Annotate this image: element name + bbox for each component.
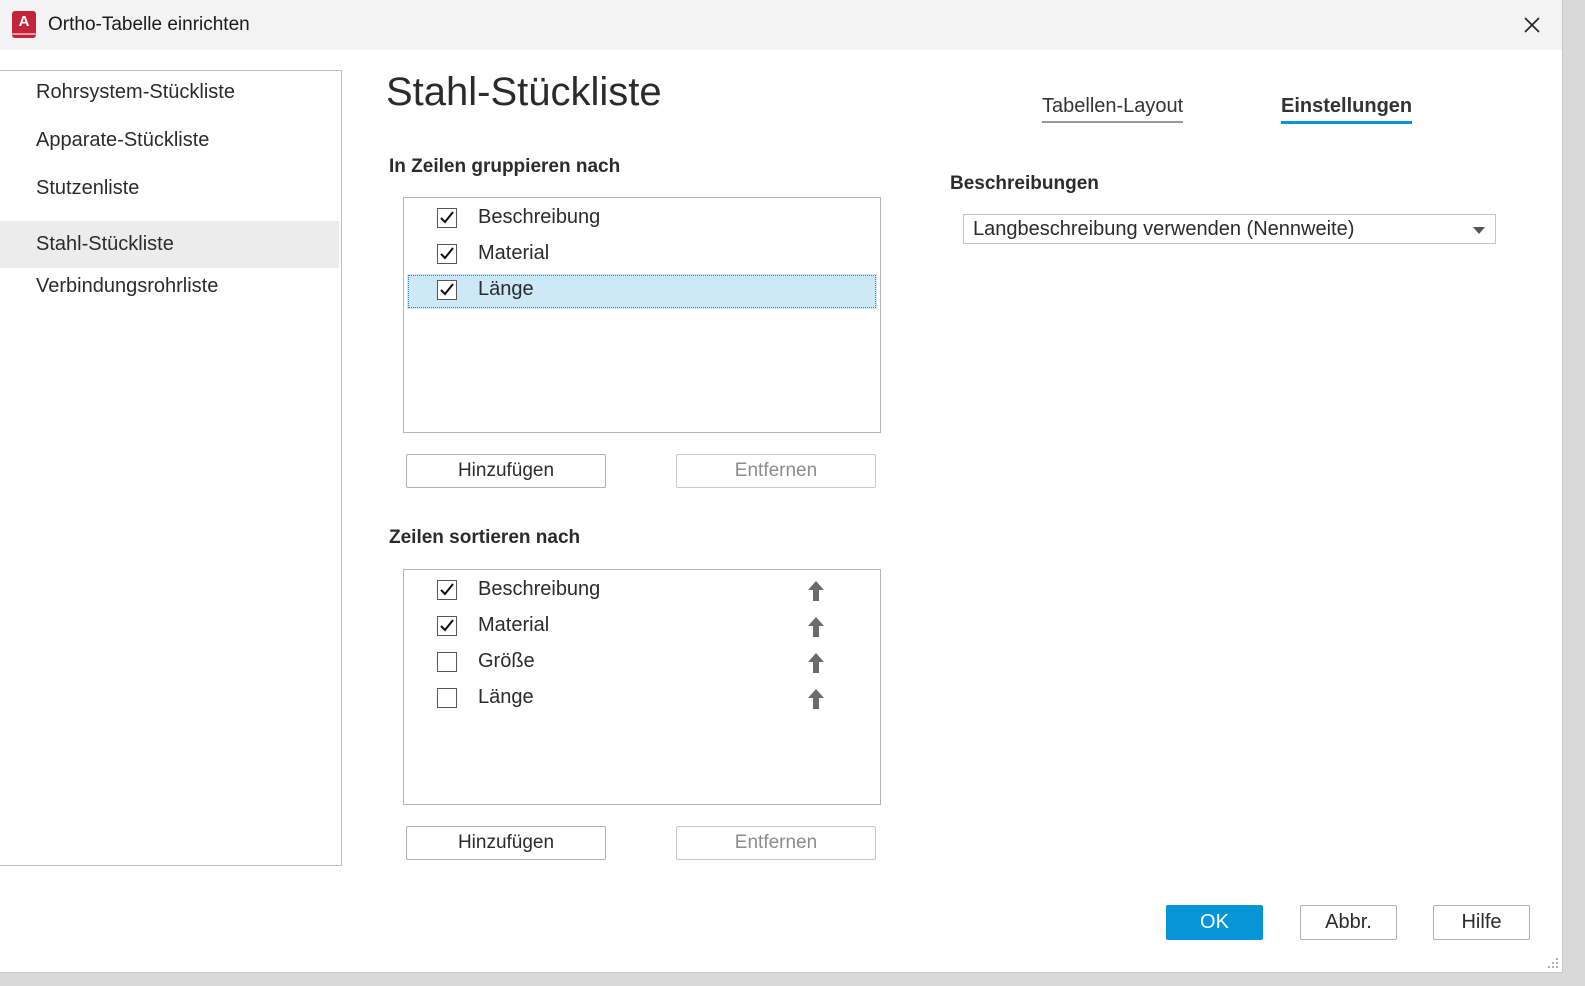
dialog-window: A Ortho-Tabelle einrichten Rohrsystem-St…: [0, 0, 1563, 973]
tab-einstellungen[interactable]: Einstellungen: [1281, 95, 1413, 124]
ok-button[interactable]: OK: [1166, 905, 1263, 940]
sort-row-groesse[interactable]: Größe: [407, 646, 877, 681]
sidebar-item-apparate-stueckliste[interactable]: Apparate-Stückliste: [0, 117, 339, 164]
checkmark-icon: [440, 283, 454, 296]
sidebar-item-verbindungsrohrliste[interactable]: Verbindungsrohrliste: [0, 263, 339, 310]
sort-label-material: Material: [478, 614, 550, 636]
autocad-icon: A: [12, 11, 36, 38]
sort-ascending-arrow-icon[interactable]: [807, 688, 825, 710]
sort-add-button[interactable]: Hinzufügen: [406, 826, 606, 860]
cancel-button[interactable]: Abbr.: [1300, 905, 1397, 940]
descriptions-dropdown[interactable]: Langbeschreibung verwenden (Nennweite): [963, 214, 1496, 244]
sort-row-material[interactable]: Material: [407, 610, 877, 645]
sort-checkbox-material[interactable]: [437, 616, 457, 636]
group-checkbox-material[interactable]: [437, 244, 457, 264]
group-remove-button[interactable]: Entfernen: [676, 454, 876, 488]
page-title: Stahl-Stückliste: [386, 70, 662, 114]
sort-label-groesse: Größe: [478, 650, 535, 672]
checkmark-icon: [440, 583, 454, 596]
chevron-down-icon: [1473, 227, 1485, 234]
help-button[interactable]: Hilfe: [1433, 905, 1530, 940]
sidebar-item-stutzenliste[interactable]: Stutzenliste: [0, 165, 339, 212]
sort-checkbox-laenge[interactable]: [437, 688, 457, 708]
sort-section-label: Zeilen sortieren nach: [389, 527, 581, 548]
sort-row-beschreibung[interactable]: Beschreibung: [407, 574, 877, 609]
group-checkbox-beschreibung[interactable]: [437, 208, 457, 228]
tab-tabellen-layout[interactable]: Tabellen-Layout: [1042, 95, 1184, 123]
group-add-button[interactable]: Hinzufügen: [406, 454, 606, 488]
sort-label-beschreibung: Beschreibung: [478, 578, 601, 600]
group-checkbox-laenge[interactable]: [437, 280, 457, 300]
group-label-beschreibung: Beschreibung: [478, 206, 601, 228]
group-row-laenge[interactable]: Länge: [407, 274, 877, 309]
table-type-list: Rohrsystem-Stückliste Apparate-Stücklist…: [0, 70, 342, 866]
group-label-material: Material: [478, 242, 550, 264]
group-row-beschreibung[interactable]: Beschreibung: [407, 202, 877, 237]
group-row-material[interactable]: Material: [407, 238, 877, 273]
title-bar: A Ortho-Tabelle einrichten: [0, 0, 1562, 50]
sort-listbox[interactable]: Beschreibung Material Größe Länge: [403, 569, 881, 805]
checkmark-icon: [440, 619, 454, 632]
group-listbox[interactable]: Beschreibung Material Länge: [403, 197, 881, 433]
descriptions-dropdown-value: Langbeschreibung verwenden (Nennweite): [973, 218, 1355, 240]
sort-row-laenge[interactable]: Länge: [407, 682, 877, 717]
group-section-label: In Zeilen gruppieren nach: [389, 156, 621, 177]
sort-checkbox-groesse[interactable]: [437, 652, 457, 672]
checkmark-icon: [440, 211, 454, 224]
close-icon: [1524, 17, 1540, 33]
resize-grip-icon[interactable]: [1545, 955, 1559, 969]
sidebar-item-rohrsystem-stueckliste[interactable]: Rohrsystem-Stückliste: [0, 69, 339, 116]
sort-ascending-arrow-icon[interactable]: [807, 652, 825, 674]
sort-label-laenge: Länge: [478, 686, 534, 708]
sort-ascending-arrow-icon[interactable]: [807, 580, 825, 602]
app-icon-letter: A: [18, 13, 30, 30]
checkmark-icon: [440, 247, 454, 260]
sort-ascending-arrow-icon[interactable]: [807, 616, 825, 638]
sidebar-item-stahl-stueckliste[interactable]: Stahl-Stückliste: [0, 221, 339, 268]
sort-checkbox-beschreibung[interactable]: [437, 580, 457, 600]
descriptions-label: Beschreibungen: [950, 173, 1099, 194]
window-title: Ortho-Tabelle einrichten: [48, 14, 250, 35]
close-button[interactable]: [1510, 6, 1554, 44]
sort-remove-button[interactable]: Entfernen: [676, 826, 876, 860]
group-label-laenge: Länge: [478, 278, 534, 300]
